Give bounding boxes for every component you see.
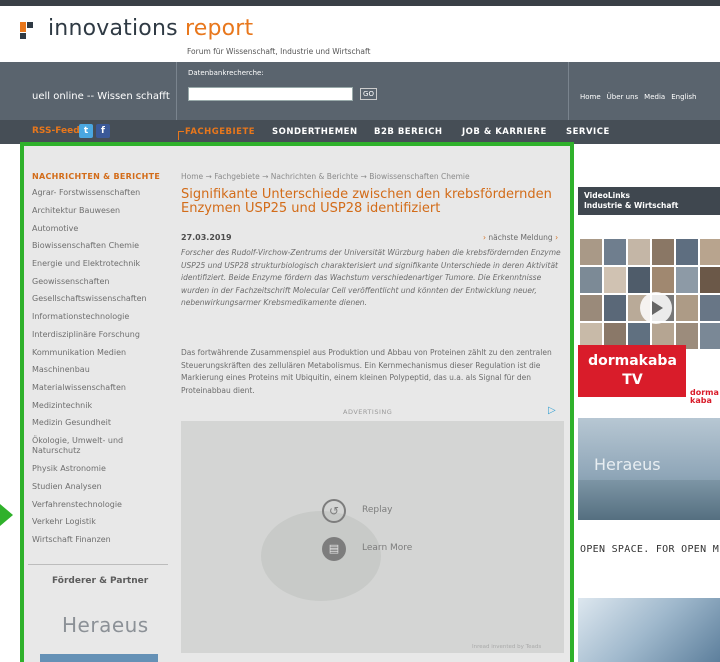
nav-service[interactable]: SERVICE bbox=[566, 127, 610, 137]
lab-ad-image[interactable] bbox=[578, 598, 720, 662]
thumbnail bbox=[628, 239, 650, 265]
nav-job-karriere[interactable]: JOB & KARRIERE bbox=[462, 127, 547, 137]
logo-wordmark[interactable]: innovations report bbox=[48, 16, 253, 41]
play-icon[interactable] bbox=[640, 292, 672, 324]
thumbnail bbox=[580, 267, 602, 293]
tagline: Forum für Wissenschaft, Industrie und Wi… bbox=[187, 47, 371, 56]
thumbnail bbox=[604, 295, 626, 321]
highlight-overlay bbox=[20, 142, 574, 662]
thumbnail bbox=[700, 267, 720, 293]
videolinks-title: VideoLinks Industrie & Wirtschaft bbox=[584, 191, 678, 211]
thumbnail bbox=[676, 295, 698, 321]
videolinks-line2: Industrie & Wirtschaft bbox=[584, 201, 679, 210]
dormakaba-tv-label: dormakaba TV bbox=[585, 352, 680, 390]
divider bbox=[568, 62, 569, 120]
database-search-label: Datenbankrecherche: bbox=[188, 69, 264, 77]
nav-sonderthemen[interactable]: SONDERTHEMEN bbox=[272, 127, 358, 137]
thumbnail bbox=[676, 267, 698, 293]
logo-innovations: innovations bbox=[48, 16, 178, 41]
database-search-input[interactable] bbox=[188, 87, 353, 101]
thumbnail bbox=[676, 239, 698, 265]
logo-report: report bbox=[184, 16, 254, 41]
building-image-lower bbox=[578, 480, 720, 520]
videolinks-line1: VideoLinks bbox=[584, 191, 630, 200]
facebook-icon[interactable]: f bbox=[96, 124, 110, 138]
slogan: uell online -- Wissen schafft bbox=[32, 91, 170, 102]
thumbnail bbox=[604, 239, 626, 265]
link-ueber-uns[interactable]: Über uns bbox=[607, 93, 639, 101]
thumbnail bbox=[700, 295, 720, 321]
heraeus-ad-slogan: OPEN SPACE. FOR OPEN MIND bbox=[580, 544, 720, 555]
nav-b2b-bereich[interactable]: B2B BEREICH bbox=[374, 127, 442, 137]
thumbnail bbox=[652, 267, 674, 293]
active-marker bbox=[178, 131, 184, 140]
dormakaba-line2: TV bbox=[622, 372, 643, 388]
thumbnail bbox=[700, 323, 720, 349]
thumbnail bbox=[652, 239, 674, 265]
thumbnail bbox=[604, 267, 626, 293]
thumbnail bbox=[700, 239, 720, 265]
dormakaba-line1: dormakaba bbox=[588, 353, 677, 369]
thumbnail bbox=[580, 239, 602, 265]
heraeus-ad-logo: Heraeus bbox=[594, 455, 661, 474]
site-header: innovations report Forum für Wissenschaf… bbox=[0, 6, 720, 62]
link-english[interactable]: English bbox=[671, 93, 696, 101]
thumbnail bbox=[580, 295, 602, 321]
rss-feed-link[interactable]: RSS-Feed bbox=[32, 126, 80, 136]
divider bbox=[176, 62, 177, 120]
link-media[interactable]: Media bbox=[644, 93, 665, 101]
go-button[interactable]: GO bbox=[360, 88, 377, 100]
thumbnail bbox=[628, 267, 650, 293]
dormakaba-logo: dorma kaba bbox=[690, 389, 719, 405]
pointer-arrow-icon bbox=[0, 504, 13, 526]
twitter-icon[interactable]: t bbox=[79, 124, 93, 138]
link-home[interactable]: Home bbox=[580, 93, 601, 101]
dormakaba-logo-line2: kaba bbox=[690, 396, 712, 405]
top-links: Home Über uns Media English bbox=[580, 93, 696, 101]
logo-icon[interactable] bbox=[20, 22, 42, 40]
nav-fachgebiete[interactable]: FACHGEBIETE bbox=[185, 127, 255, 137]
